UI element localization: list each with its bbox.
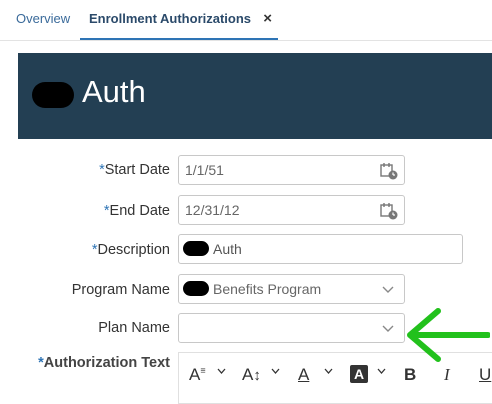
chevron-down-icon[interactable] [217, 368, 226, 375]
plan-name-select[interactable] [178, 313, 405, 343]
calendar-icon[interactable] [380, 162, 398, 180]
description-field[interactable]: Auth [178, 234, 463, 264]
description-label: *Description [91, 242, 170, 258]
annotation-arrow-icon [407, 308, 490, 362]
text-color-button[interactable]: A [298, 365, 309, 385]
highlight-color-button[interactable]: A [350, 365, 368, 383]
program-name-select[interactable]: Benefits Program [178, 274, 405, 304]
end-date-label: *End Date [103, 203, 170, 219]
page-header: Auth [18, 53, 492, 139]
plan-name-label: Plan Name [98, 320, 170, 336]
tab-label: Enrollment Authorizations [89, 11, 252, 26]
chevron-down-icon [382, 325, 394, 332]
redaction [32, 82, 74, 108]
start-date-label: *Start Date [99, 162, 170, 178]
underline-button[interactable]: U [479, 365, 491, 385]
end-date-field[interactable]: 12/31/12 [178, 195, 405, 225]
program-name-value: Benefits Program [183, 281, 321, 297]
calendar-icon[interactable] [380, 202, 398, 220]
redaction [183, 281, 209, 296]
chevron-down-icon[interactable] [324, 368, 333, 375]
font-family-button[interactable]: A≡ [189, 365, 206, 385]
redaction [183, 241, 209, 256]
end-date-value: 12/31/12 [185, 202, 240, 218]
tab-bar: Overview Enrollment Authorizations × [0, 0, 492, 41]
chevron-down-icon[interactable] [377, 368, 386, 375]
close-icon[interactable]: × [263, 0, 272, 38]
chevron-down-icon [382, 286, 394, 293]
bold-button[interactable]: B [404, 365, 416, 385]
description-value: Auth [183, 241, 242, 257]
font-size-button[interactable]: A↕ [242, 365, 261, 385]
italic-button[interactable]: I [444, 365, 450, 385]
start-date-value: 1/1/51 [185, 162, 224, 178]
program-name-label: Program Name [71, 282, 170, 298]
page-title: Auth [82, 74, 146, 109]
tab-overview[interactable]: Overview [16, 0, 70, 40]
chevron-down-icon[interactable] [271, 368, 280, 375]
tab-enrollment-authorizations[interactable]: Enrollment Authorizations × [80, 0, 278, 40]
authorization-text-label: *Authorization Text [38, 355, 170, 371]
start-date-field[interactable]: 1/1/51 [178, 155, 405, 185]
